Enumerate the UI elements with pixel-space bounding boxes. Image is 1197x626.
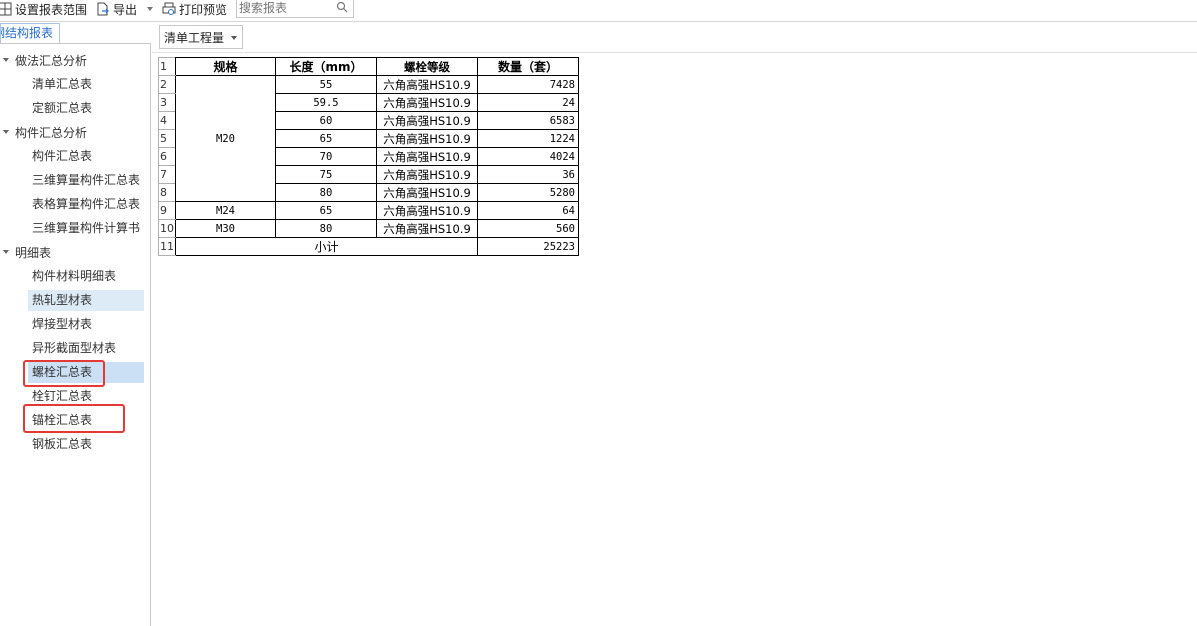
row-number: 11 — [158, 237, 176, 256]
tree-item-special-section-profiles[interactable]: 异形截面型材表 — [28, 338, 144, 359]
quantity-cell[interactable]: 64 — [477, 201, 579, 220]
tree-group-component-summary[interactable]: 构件汇总分析 — [0, 121, 87, 143]
chevron-down-icon — [147, 7, 153, 11]
bolt-summary-table: 1 规格 长度（mm） 螺栓等级 数量（套） 2 M20 55 六角高强HS10… — [158, 57, 579, 256]
caret-down-icon[interactable] — [3, 58, 9, 62]
caret-down-icon[interactable] — [3, 130, 9, 134]
grade-cell[interactable]: 六角高强HS10.9 — [376, 201, 478, 220]
tree-item-3d-component-summary[interactable]: 三维算量构件汇总表 — [28, 170, 144, 191]
quantity-type-select[interactable]: 清单工程量 — [159, 25, 243, 49]
report-tree-panel: 做法汇总分析 清单汇总表 定额汇总表 构件汇总分析 构件汇总表 三维算量构件汇总… — [0, 43, 151, 626]
grade-cell[interactable]: 六角高强HS10.9 — [376, 75, 478, 94]
tree-item-steel-plate-summary[interactable]: 钢板汇总表 — [28, 434, 144, 455]
quantity-cell[interactable]: 6583 — [477, 111, 579, 130]
grade-cell[interactable]: 六角高强HS10.9 — [376, 147, 478, 166]
length-cell[interactable]: 80 — [275, 183, 377, 202]
row-number: 2 — [158, 75, 176, 94]
spec-cell[interactable]: M20 — [175, 75, 276, 202]
search-icon[interactable] — [336, 1, 348, 13]
tree-item-material-detail[interactable]: 构件材料明细表 — [28, 266, 144, 287]
set-report-range-label: 设置报表范围 — [15, 2, 88, 17]
table-row: 9 M24 65 六角高强HS10.9 64 — [158, 201, 579, 220]
grade-cell[interactable]: 六角高强HS10.9 — [376, 183, 478, 202]
chevron-down-icon — [231, 36, 237, 40]
tree-item-quota-summary[interactable]: 定额汇总表 — [28, 98, 144, 119]
quantity-type-value: 清单工程量 — [164, 30, 225, 45]
column-header-quantity[interactable]: 数量（套） — [477, 57, 579, 76]
subtotal-value[interactable]: 25223 — [477, 237, 579, 256]
grade-cell[interactable]: 六角高强HS10.9 — [376, 165, 478, 184]
print-preview-button[interactable]: 打印预览 — [162, 0, 227, 18]
quantity-cell[interactable]: 36 — [477, 165, 579, 184]
column-header-length[interactable]: 长度（mm） — [275, 57, 377, 76]
row-number: 7 — [158, 165, 176, 184]
grade-cell[interactable]: 六角高强HS10.9 — [376, 93, 478, 112]
length-cell[interactable]: 70 — [275, 147, 377, 166]
tree-group-method-summary[interactable]: 做法汇总分析 — [0, 49, 87, 71]
search-input[interactable] — [237, 0, 337, 17]
quantity-cell[interactable]: 24 — [477, 93, 579, 112]
length-cell[interactable]: 55 — [275, 75, 377, 94]
tab-label: 钢结构报表 — [1, 26, 54, 40]
length-cell[interactable]: 75 — [275, 165, 377, 184]
tree-item-component-summary[interactable]: 构件汇总表 — [28, 146, 144, 167]
search-box — [236, 0, 354, 18]
tree-item-bill-summary[interactable]: 清单汇总表 — [28, 74, 144, 95]
toolbar-divider — [0, 21, 1197, 22]
grade-cell[interactable]: 六角高强HS10.9 — [376, 129, 478, 148]
tree-item-bolt-summary[interactable]: 螺栓汇总表 — [28, 362, 144, 383]
subtotal-row: 11 小计 25223 — [158, 237, 579, 256]
tree-group-label: 构件汇总分析 — [15, 125, 88, 140]
print-preview-icon — [162, 2, 176, 15]
subtotal-label[interactable]: 小计 — [175, 237, 478, 256]
quantity-cell[interactable]: 1224 — [477, 129, 579, 148]
toolbar: 设置报表范围 导出 打印预览 — [0, 0, 1197, 20]
row-number: 9 — [158, 201, 176, 220]
column-header-spec[interactable]: 规格 — [175, 57, 276, 76]
length-cell[interactable]: 65 — [275, 129, 377, 148]
spec-cell[interactable]: M30 — [175, 219, 276, 238]
tree-group-detail-tables[interactable]: 明细表 — [0, 241, 51, 263]
quantity-cell[interactable]: 5280 — [477, 183, 579, 202]
table-header-row: 1 规格 长度（mm） 螺栓等级 数量（套） — [158, 57, 579, 76]
quantity-cell[interactable]: 4024 — [477, 147, 579, 166]
tab-steel-structure-reports[interactable]: 钢结构报表 — [0, 23, 60, 43]
row-number: 10 — [158, 219, 176, 238]
tree-item-hot-rolled-profiles[interactable]: 热轧型材表 — [28, 290, 144, 311]
set-report-range-button[interactable]: 设置报表范围 — [0, 0, 87, 18]
quantity-cell[interactable]: 7428 — [477, 75, 579, 94]
length-cell[interactable]: 59.5 — [275, 93, 377, 112]
table-row: 2 M20 55 六角高强HS10.9 7428 — [158, 75, 579, 202]
grid-range-icon — [0, 2, 12, 16]
caret-down-icon[interactable] — [3, 250, 9, 254]
print-preview-label: 打印预览 — [179, 2, 228, 17]
row-number: 4 — [158, 111, 176, 130]
row-number: 6 — [158, 147, 176, 166]
tree-group-label: 做法汇总分析 — [15, 53, 88, 68]
row-number: 5 — [158, 129, 176, 148]
export-icon — [97, 2, 109, 16]
length-cell[interactable]: 65 — [275, 201, 377, 220]
row-number: 8 — [158, 183, 176, 202]
tree-item-table-component-summary[interactable]: 表格算量构件汇总表 — [28, 194, 144, 215]
tree-item-3d-calculation-book[interactable]: 三维算量构件计算书 — [28, 218, 144, 239]
tree-group-label: 明细表 — [15, 245, 52, 260]
row-number: 1 — [158, 57, 176, 76]
tree-item-stud-summary[interactable]: 栓钉汇总表 — [28, 386, 144, 407]
export-dropdown-arrow[interactable] — [147, 0, 153, 18]
export-button[interactable]: 导出 — [96, 0, 137, 18]
quantity-cell[interactable]: 560 — [477, 219, 579, 238]
grade-cell[interactable]: 六角高强HS10.9 — [376, 111, 478, 130]
grade-cell[interactable]: 六角高强HS10.9 — [376, 219, 478, 238]
column-header-grade[interactable]: 螺栓等级 — [376, 57, 478, 76]
table-row: 10 M30 80 六角高强HS10.9 560 — [158, 219, 579, 238]
tree-item-welded-profiles[interactable]: 焊接型材表 — [28, 314, 144, 335]
length-cell[interactable]: 80 — [275, 219, 377, 238]
length-cell[interactable]: 60 — [275, 111, 377, 130]
content-divider — [152, 52, 1197, 53]
row-number: 3 — [158, 93, 176, 112]
export-label: 导出 — [113, 2, 138, 17]
spec-cell[interactable]: M24 — [175, 201, 276, 220]
tree-item-anchor-bolt-summary[interactable]: 锚栓汇总表 — [28, 410, 144, 431]
